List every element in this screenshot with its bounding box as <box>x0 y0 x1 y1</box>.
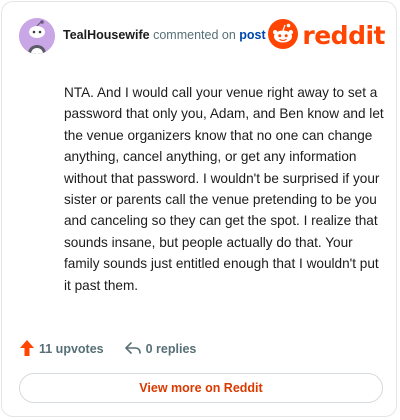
action-text: commented on <box>153 28 236 42</box>
replies-button[interactable]: 0 replies <box>124 340 197 359</box>
replies-count: 0 replies <box>145 342 197 356</box>
reddit-wordmark: reddit <box>302 21 385 50</box>
upvote-count: 11 upvotes <box>39 342 104 356</box>
comment-body: NTA. And I would call your venue right a… <box>64 85 384 293</box>
comment-embed-card: TealHousewife commented on post reddit N… <box>1 1 397 417</box>
upvote-button[interactable]: 11 upvotes <box>19 339 104 360</box>
reply-arrow-icon <box>124 340 146 359</box>
reddit-logo-icon <box>268 18 299 54</box>
user-avatar-icon[interactable] <box>19 18 55 54</box>
comment-footer: 11 upvotes 0 replies <box>19 338 196 360</box>
reddit-brand[interactable]: reddit <box>268 18 385 54</box>
post-link[interactable]: post <box>239 28 265 42</box>
view-more-button[interactable]: View more on Reddit <box>19 373 383 403</box>
username-link[interactable]: TealHousewife <box>63 28 150 42</box>
comment-attribution: TealHousewife commented on post <box>63 28 266 42</box>
upvote-arrow-icon <box>19 339 39 360</box>
comment-header: TealHousewife commented on post reddit <box>19 18 385 54</box>
